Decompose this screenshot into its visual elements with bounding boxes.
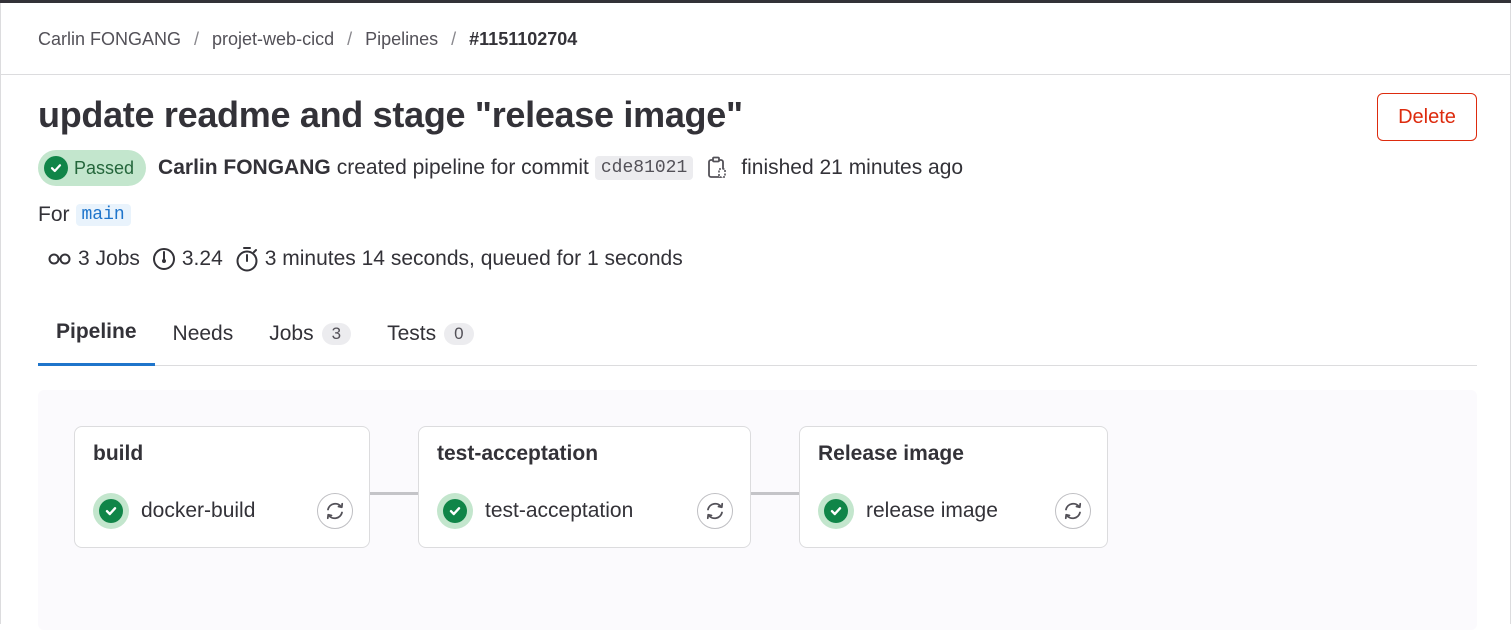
job-name: release image [866, 499, 998, 522]
for-label: For [38, 203, 70, 226]
duration-value: 3 minutes 14 seconds, queued for 1 secon… [264, 247, 683, 270]
stage-name: test-acceptation [437, 442, 599, 465]
jobs-count: 3 Jobs [78, 247, 140, 270]
tab-label: Needs [172, 321, 234, 345]
copy-icon[interactable] [707, 156, 727, 180]
breadcrumb: Carlin FONGANG / projet-web-cicd / Pipel… [38, 29, 577, 50]
created-text: created pipeline for commit [336, 156, 589, 179]
page-title: update readme and stage "release image" [38, 94, 743, 135]
pipeline-graph: build docker-build test-acceptation test… [38, 390, 1477, 630]
branch-row: For main [38, 203, 131, 227]
retry-icon [706, 502, 724, 520]
breadcrumb-item-pipelines[interactable]: Pipelines [365, 29, 438, 50]
pipeline-page: update readme and stage "release image" … [0, 75, 1511, 630]
pipeline-stats: 3 Jobs 3.24 3 minutes 14 seconds, queued… [48, 246, 695, 272]
tab-needs[interactable]: Needs [155, 301, 252, 366]
pipeline-icon [48, 253, 71, 265]
breadcrumb-item-project[interactable]: projet-web-cicd [212, 29, 334, 50]
retry-button[interactable] [1055, 493, 1091, 529]
job-status-success [818, 493, 854, 529]
stage-release-image: Release image release image [799, 426, 1108, 548]
compute-stat: 3.24 [152, 247, 223, 271]
stage-connector [370, 492, 418, 495]
compute-value: 3.24 [181, 247, 223, 270]
tab-jobs[interactable]: Jobs 3 [251, 301, 369, 366]
status-label: Passed [74, 157, 135, 178]
breadcrumb-item-user[interactable]: Carlin FONGANG [38, 29, 181, 50]
tab-label: Tests [387, 321, 437, 345]
retry-icon [1064, 502, 1082, 520]
job-status-success [437, 493, 473, 529]
tab-pipeline[interactable]: Pipeline [38, 301, 155, 366]
pipeline-tabs: Pipeline Needs Jobs 3 Tests 0 [38, 301, 1477, 366]
tab-count-badge: 0 [444, 322, 474, 345]
stage-name: build [93, 442, 144, 465]
job-test-acceptation[interactable]: test-acceptation [437, 493, 633, 529]
check-circle-icon [824, 499, 848, 523]
check-circle-icon [443, 499, 467, 523]
retry-icon [326, 502, 344, 520]
stage-build: build docker-build [74, 426, 370, 548]
tab-label: Pipeline [56, 320, 137, 343]
stage-name: Release image [818, 442, 964, 465]
tab-label: Jobs [269, 321, 314, 345]
duration-stat: 3 minutes 14 seconds, queued for 1 secon… [235, 246, 683, 272]
status-badge[interactable]: Passed [38, 150, 147, 186]
job-name: docker-build [141, 499, 256, 522]
job-name: test-acceptation [485, 499, 634, 522]
dashboard-icon [152, 248, 175, 270]
breadcrumb-item-current[interactable]: #1151102704 [469, 29, 577, 50]
tab-count-badge: 3 [321, 322, 352, 345]
check-circle-icon [44, 156, 68, 180]
retry-button[interactable] [697, 493, 733, 529]
breadcrumb-bar: Carlin FONGANG / projet-web-cicd / Pipel… [0, 3, 1511, 75]
retry-button[interactable] [317, 493, 353, 529]
pipeline-meta: Passed Carlin FONGANG created pipeline f… [38, 150, 963, 186]
jobs-stat: 3 Jobs [48, 247, 140, 271]
job-status-success [93, 493, 129, 529]
check-circle-icon [99, 499, 123, 523]
job-release-image[interactable]: release image [818, 493, 998, 529]
finished-text: finished 21 minutes ago [741, 156, 964, 179]
breadcrumb-separator: / [451, 29, 457, 49]
author-link[interactable]: Carlin FONGANG [158, 156, 331, 180]
stage-connector [751, 492, 799, 495]
breadcrumb-separator: / [194, 29, 200, 49]
job-docker-build[interactable]: docker-build [93, 493, 255, 529]
stage-test-acceptation: test-acceptation test-acceptation [418, 426, 751, 548]
delete-button[interactable]: Delete [1377, 93, 1477, 141]
branch-link[interactable]: main [75, 204, 131, 226]
timer-icon [236, 247, 258, 272]
tab-tests[interactable]: Tests 0 [369, 301, 491, 366]
breadcrumb-separator: / [347, 29, 353, 49]
commit-sha[interactable]: cde81021 [594, 156, 694, 180]
